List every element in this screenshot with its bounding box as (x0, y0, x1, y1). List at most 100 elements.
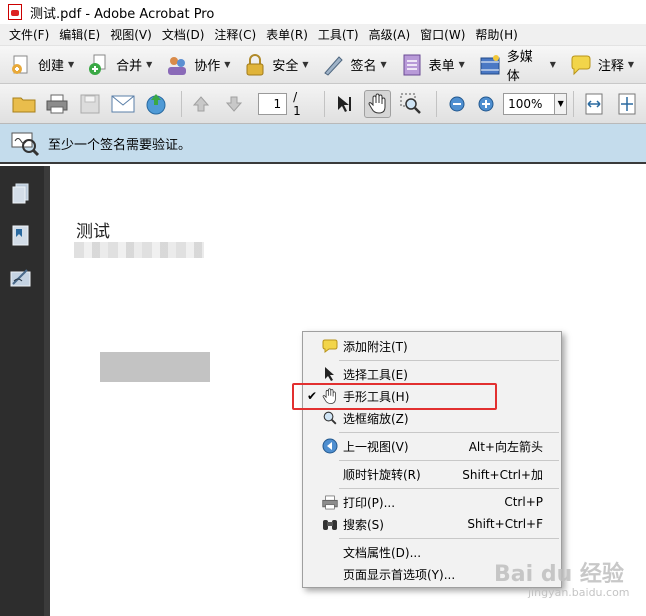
comment-bubble-icon (568, 52, 594, 78)
zoom-in-icon[interactable] (472, 90, 499, 118)
arrow-down-icon[interactable] (221, 90, 248, 118)
menu-document[interactable]: 文档(D) (157, 24, 210, 46)
menu-comments[interactable]: 注释(C) (209, 24, 261, 46)
menu-item-label: 文档属性(D)... (343, 545, 422, 560)
chevron-down-icon: ▼ (224, 60, 231, 69)
menu-window[interactable]: 窗口(W) (415, 24, 470, 46)
menu-separator (339, 538, 559, 539)
forms-button[interactable]: 表单 ▼ (399, 52, 465, 78)
multimedia-label: 多媒体 (506, 49, 533, 84)
toolbar-divider (181, 90, 182, 117)
document-title-text: 测试 (76, 222, 110, 242)
toolbar-divider (324, 90, 326, 117)
menu-bar: 文件(F) 编辑(E) 视图(V) 文档(D) 注释(C) 表单(R) 工具(T… (0, 24, 646, 46)
print-icon (321, 493, 339, 511)
pen-icon (321, 52, 347, 78)
zoom-level-input[interactable]: 100% (503, 92, 556, 115)
signature-magnifier-icon[interactable] (10, 129, 40, 157)
chevron-down-icon: ▼ (458, 60, 465, 69)
menu-item-label: 选择工具(E) (343, 367, 408, 382)
chevron-down-icon: ▼ (549, 60, 556, 69)
menu-separator (339, 432, 559, 433)
signatures-panel-icon[interactable] (10, 266, 32, 290)
menu-item-rotate-clockwise[interactable]: 顺时针旋转(R) Shift+Ctrl+加 (303, 463, 561, 485)
marquee-zoom-icon (321, 409, 339, 427)
menu-item-label: 打印(P)... (343, 495, 396, 510)
menu-separator (339, 360, 559, 361)
menu-edit[interactable]: 编辑(E) (54, 24, 105, 46)
baidu-watermark-logo: Bai du 经验 (494, 562, 624, 587)
menu-item-label: 页面显示首选项(Y)... (343, 567, 456, 582)
menu-view[interactable]: 视图(V) (105, 24, 157, 46)
binoculars-icon (321, 515, 339, 533)
arrow-up-icon[interactable] (188, 90, 215, 118)
notification-text: 至少一个签名需要验证。 (48, 137, 192, 153)
collaborate-label: 协作 (194, 59, 221, 74)
window-title-bar: 测试.pdf - Adobe Acrobat Pro (0, 0, 646, 24)
film-icon (477, 52, 503, 78)
print-icon[interactable] (43, 90, 70, 118)
navigation-panel (0, 166, 44, 616)
window-title: 测试.pdf - Adobe Acrobat Pro (30, 6, 215, 22)
secure-label: 安全 (272, 59, 299, 74)
select-cursor-icon[interactable] (331, 90, 358, 118)
menu-forms[interactable]: 表单(R) (261, 24, 313, 46)
signature-notification-bar: 至少一个签名需要验证。 (0, 124, 646, 164)
menu-item-add-note[interactable]: 添加附注(T) (303, 335, 561, 357)
sign-button[interactable]: 签名 ▼ (321, 52, 387, 78)
menu-item-marquee-zoom[interactable]: 选框缩放(Z) (303, 407, 561, 429)
collaborate-button[interactable]: 协作 ▼ (164, 52, 230, 78)
toolbar-divider (573, 90, 574, 117)
task-toolbar: 创建 ▼ 合并 ▼ 协作 ▼ 安全 ▼ 签名 ▼ 表单 ▼ 多媒体 ▼ 注释 ▼ (0, 46, 646, 84)
pdf-file-icon (8, 4, 22, 20)
page-total: / 1 (293, 89, 301, 118)
chevron-down-icon: ▼ (146, 60, 153, 69)
chevron-down-icon: ▼ (380, 60, 387, 69)
zoom-dropdown-chevron-icon[interactable]: ▼ (555, 92, 568, 115)
combine-button[interactable]: 合并 ▼ (86, 52, 152, 78)
menu-help[interactable]: 帮助(H) (470, 24, 522, 46)
hand-tool-icon[interactable] (364, 89, 392, 118)
context-menu: 添加附注(T) 选择工具(E) ✔ 手形工具(H) 选框缩放(Z) 上一视图(V… (302, 331, 562, 588)
menu-item-shortcut: Shift+Ctrl+F (467, 517, 543, 531)
menu-item-previous-view[interactable]: 上一视图(V) Alt+向左箭头 (303, 435, 561, 457)
menu-file[interactable]: 文件(F) (4, 24, 54, 46)
navigation-toolbar: 1 / 1 100% ▼ (0, 84, 646, 124)
marquee-zoom-icon[interactable] (397, 90, 424, 118)
create-button[interactable]: 创建 ▼ (8, 52, 74, 78)
menu-item-label: 选框缩放(Z) (343, 411, 409, 426)
menu-item-shortcut: Ctrl+P (504, 495, 543, 509)
pages-panel-icon[interactable] (10, 182, 32, 206)
bookmarks-panel-icon[interactable] (10, 224, 32, 248)
redacted-text (74, 242, 204, 258)
toolbar-divider (436, 90, 438, 117)
combine-icon (86, 52, 112, 78)
back-arrow-icon (321, 437, 339, 455)
menu-item-search[interactable]: 搜索(S) Shift+Ctrl+F (303, 513, 561, 535)
menu-advanced[interactable]: 高级(A) (364, 24, 416, 46)
forms-label: 表单 (428, 59, 455, 74)
page-number-input[interactable]: 1 (257, 92, 288, 115)
globe-upload-icon[interactable] (142, 90, 169, 118)
collaborate-icon (164, 52, 190, 78)
fit-page-icon[interactable] (613, 90, 640, 118)
menu-tools[interactable]: 工具(T) (313, 24, 364, 46)
arrow-cursor-icon (321, 365, 339, 383)
open-folder-icon[interactable] (10, 90, 37, 118)
menu-item-select-tool[interactable]: 选择工具(E) (303, 363, 561, 385)
menu-item-label: 添加附注(T) (343, 339, 408, 354)
lock-icon (242, 52, 268, 78)
comment-button[interactable]: 注释 ▼ (568, 52, 634, 78)
menu-item-print[interactable]: 打印(P)... Ctrl+P (303, 491, 561, 513)
combine-label: 合并 (116, 59, 143, 74)
baidu-watermark-url: jingyan.baidu.com (528, 586, 630, 599)
zoom-out-icon[interactable] (443, 90, 470, 118)
menu-item-label: 上一视图(V) (343, 439, 409, 454)
fit-width-icon[interactable] (580, 90, 607, 118)
email-icon[interactable] (109, 90, 136, 118)
secure-button[interactable]: 安全 ▼ (242, 52, 309, 78)
create-pdf-icon (8, 52, 34, 78)
redacted-block (100, 352, 210, 382)
save-icon[interactable] (76, 90, 103, 118)
multimedia-button[interactable]: 多媒体 ▼ (477, 46, 556, 84)
